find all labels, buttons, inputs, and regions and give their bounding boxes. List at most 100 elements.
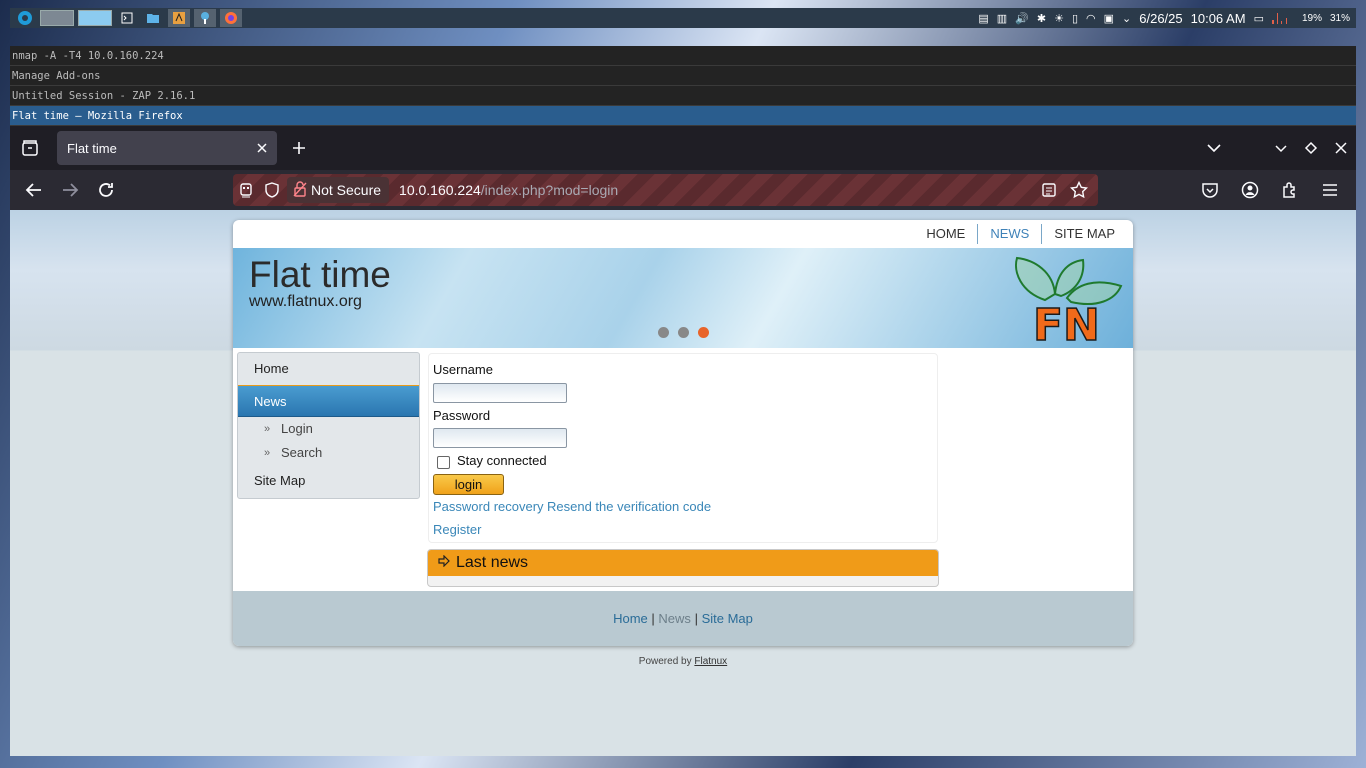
firefox-window: Flat time Not Secure 10.0.160.224/index.… — [10, 126, 1356, 756]
sidebar-menu: Home News » Login » Search Site Map — [237, 352, 420, 499]
zap-icon[interactable] — [168, 9, 190, 27]
extensions-icon[interactable] — [1272, 174, 1308, 206]
logo-text: FN — [1033, 300, 1100, 344]
register-link[interactable]: Register — [433, 522, 481, 537]
cpu-graph-icon — [1271, 10, 1294, 27]
topnav-news[interactable]: NEWS — [977, 224, 1041, 244]
flatnux-logo: FN — [1011, 252, 1127, 352]
password-label: Password — [433, 408, 491, 423]
tab-bar: Flat time — [10, 126, 1356, 170]
battery-percent-b: 31% — [1329, 12, 1350, 24]
site-header: Flat time www.flatnux.org FN — [233, 248, 1133, 352]
reload-icon[interactable] — [88, 174, 124, 206]
web-page: HOME NEWS SITE MAP Flat time www.flatnux… — [10, 210, 1356, 756]
sidebar-subitem-login[interactable]: » Login — [238, 417, 419, 441]
login-form: Username Password Stay connected login P… — [428, 353, 938, 543]
pocket-icon[interactable] — [1192, 174, 1228, 206]
menu-hamburger-icon[interactable] — [1312, 174, 1348, 206]
url-host: 10.0.160.224 — [399, 182, 481, 198]
tracking-icon[interactable] — [233, 174, 259, 206]
stay-connected-label: Stay connected — [457, 453, 547, 468]
network-app-icon[interactable] — [194, 9, 216, 27]
forward-icon[interactable] — [52, 174, 88, 206]
topnav-home[interactable]: HOME — [914, 224, 977, 244]
bluetooth-icon[interactable]: ✱ — [1037, 12, 1046, 25]
not-secure-badge[interactable]: Not Secure — [287, 177, 390, 203]
arrow-right-icon — [438, 554, 450, 572]
task-item-firefox[interactable]: Flat time — Mozilla Firefox — [10, 106, 1356, 126]
url-path: /index.php?mod=login — [480, 182, 619, 198]
task-item-terminal[interactable]: nmap -A -T4 10.0.160.224 — [10, 46, 1356, 66]
virtual-desktop-2[interactable] — [78, 10, 112, 26]
flatnux-link[interactable]: Flatnux — [694, 656, 727, 667]
volume-icon[interactable]: 🔊 — [1015, 12, 1029, 25]
navigation-toolbar: Not Secure 10.0.160.224/index.php?mod=lo… — [10, 170, 1356, 210]
brightness-icon[interactable]: ☀ — [1054, 12, 1064, 25]
show-desktop-icon[interactable]: ▭ — [1254, 12, 1264, 25]
bookmark-star-icon[interactable] — [1066, 174, 1092, 206]
virtual-desktop-1[interactable] — [40, 10, 74, 26]
window-task-list: nmap -A -T4 10.0.160.224 Manage Add-ons … — [10, 46, 1356, 126]
username-label: Username — [433, 362, 493, 377]
sidebar-item-news[interactable]: News — [238, 385, 419, 417]
url-text[interactable]: 10.0.160.224/index.php?mod=login — [399, 182, 618, 198]
login-button[interactable]: login — [433, 474, 504, 495]
terminal-icon[interactable] — [116, 9, 138, 27]
clipboard-icon[interactable]: ▤ — [978, 12, 988, 25]
topnav-sitemap[interactable]: SITE MAP — [1041, 224, 1127, 244]
system-panel: ▤ ▥ 🔊 ✱ ☀ ▯ ◠ ▣ ⌄ 6/26/25 10:06 AM ▭ 19%… — [10, 8, 1356, 28]
account-icon[interactable] — [1232, 174, 1268, 206]
task-item-zap[interactable]: Untitled Session - ZAP 2.16.1 — [10, 86, 1356, 106]
stay-connected-checkbox[interactable] — [437, 456, 450, 469]
wifi-icon[interactable]: ◠ — [1086, 12, 1096, 25]
close-window-icon[interactable] — [1327, 134, 1355, 162]
battery-icon[interactable]: ▯ — [1072, 12, 1078, 25]
updates-icon[interactable]: ▣ — [1104, 12, 1114, 25]
minimize-icon[interactable] — [1267, 134, 1295, 162]
double-chevron-right-icon: » — [264, 447, 271, 459]
chevron-down-icon[interactable]: ⌄ — [1122, 12, 1131, 25]
double-chevron-right-icon: » — [264, 423, 271, 435]
media-icon[interactable]: ▥ — [997, 12, 1007, 25]
site-footer: Home | News | Site Map — [233, 591, 1133, 646]
tab-manager-icon[interactable] — [10, 126, 50, 170]
site-title[interactable]: Flat time — [249, 254, 391, 296]
sidebar-item-sitemap[interactable]: Site Map — [238, 465, 419, 497]
site-subtitle: www.flatnux.org — [249, 293, 362, 310]
footer-link-home[interactable]: Home — [613, 611, 648, 626]
powered-by-text: Powered by — [638, 656, 692, 667]
sidebar-subitem-search-label: Search — [281, 445, 323, 460]
close-tab-icon[interactable] — [253, 139, 271, 157]
resend-verification-link[interactable]: Resend the verification code — [547, 499, 711, 514]
sidebar-subitem-login-label: Login — [281, 421, 313, 436]
broken-lock-icon — [293, 180, 307, 200]
firefox-icon[interactable] — [220, 9, 242, 27]
password-recovery-link[interactable]: Password recovery — [433, 499, 544, 514]
new-tab-icon[interactable] — [283, 132, 315, 164]
reader-view-icon[interactable] — [1036, 174, 1062, 206]
slider-dot-2[interactable] — [678, 327, 689, 338]
last-news-block: Last news — [427, 549, 939, 587]
app-launcher-icon[interactable] — [14, 9, 36, 27]
last-news-title: Last news — [456, 554, 529, 571]
password-input[interactable] — [433, 428, 567, 448]
maximize-icon[interactable] — [1297, 134, 1325, 162]
list-all-tabs-icon[interactable] — [1200, 134, 1228, 167]
sidebar-item-home[interactable]: Home — [238, 353, 419, 385]
back-icon[interactable] — [16, 174, 52, 206]
file-manager-icon[interactable] — [142, 9, 164, 27]
username-input[interactable] — [433, 383, 567, 403]
task-item-addons[interactable]: Manage Add-ons — [10, 66, 1356, 86]
time-label[interactable]: 10:06 AM — [1191, 11, 1246, 26]
date-label[interactable]: 6/26/25 — [1139, 11, 1182, 26]
slider-dots — [658, 327, 709, 338]
footer-link-news[interactable]: News — [658, 611, 691, 626]
slider-dot-3[interactable] — [698, 327, 709, 338]
site-container: HOME NEWS SITE MAP Flat time www.flatnux… — [233, 220, 1133, 646]
tab-flat-time[interactable]: Flat time — [57, 131, 277, 165]
slider-dot-1[interactable] — [658, 327, 669, 338]
footer-link-sitemap[interactable]: Site Map — [702, 611, 753, 626]
sidebar-subitem-search[interactable]: » Search — [238, 441, 419, 465]
shield-icon[interactable] — [259, 174, 285, 206]
url-bar[interactable]: Not Secure 10.0.160.224/index.php?mod=lo… — [233, 174, 1098, 206]
